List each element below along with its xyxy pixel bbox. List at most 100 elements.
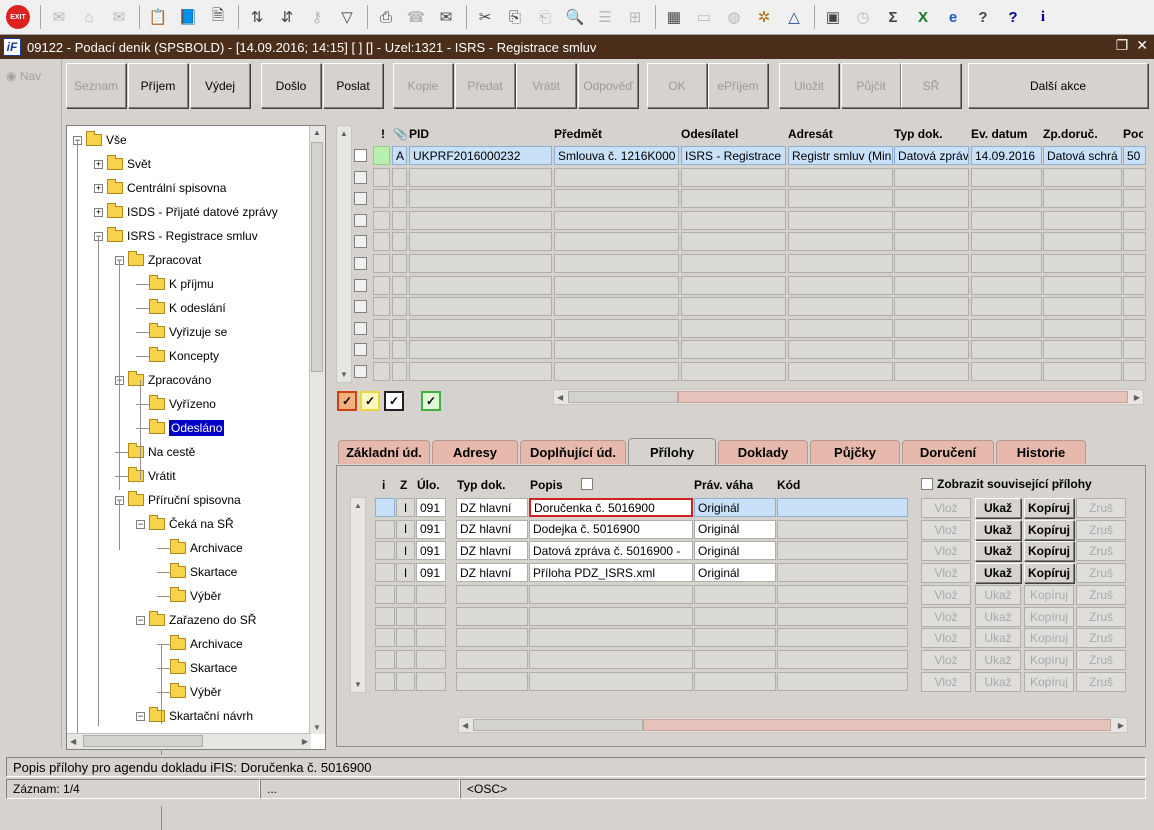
tree-node[interactable]: −Vše [73, 131, 127, 149]
další-akce-button[interactable]: Další akce [968, 63, 1148, 108]
tree-node[interactable]: Koncepty [136, 347, 219, 365]
clipboard-icon[interactable]: 📋 [144, 4, 172, 30]
table-cell[interactable] [373, 167, 390, 187]
attachments-hscroll-track[interactable] [643, 719, 1111, 731]
sort-za-icon[interactable]: ⇵ [273, 4, 301, 30]
table-cell[interactable] [373, 146, 390, 165]
tab-doklady[interactable]: Doklady [718, 440, 808, 464]
table-cell[interactable] [1123, 210, 1146, 230]
attachment-column-header[interactable]: Úlo. [417, 476, 440, 494]
attachment-cell[interactable] [694, 628, 776, 648]
ie-icon[interactable]: e [939, 4, 967, 30]
attachment-cell[interactable] [416, 584, 446, 604]
tree-node[interactable]: Vyřízeno [136, 395, 216, 413]
search-icon[interactable]: 🔍 [561, 4, 589, 30]
copy-button[interactable]: Kopíruj [1024, 649, 1074, 670]
půjčit-button[interactable]: Půjčit [841, 63, 901, 108]
table-cell[interactable] [392, 340, 407, 360]
tab-základní-úd[interactable]: Základní úd. [338, 440, 430, 464]
show-related-toggle[interactable]: Zobrazit související přílohy [921, 477, 1092, 491]
table-cell[interactable] [373, 210, 390, 230]
clock-icon[interactable]: ◷ [849, 4, 877, 30]
table-cell[interactable] [392, 167, 407, 187]
table-cell[interactable] [681, 232, 786, 252]
table-cell[interactable] [409, 189, 552, 209]
attachments-horizontal-scrollbar[interactable]: ◀ ▶ [458, 717, 1128, 733]
attachment-cell[interactable] [375, 671, 395, 691]
table-cell[interactable] [373, 254, 390, 273]
key-icon[interactable]: ⚷ [303, 4, 331, 30]
tree-node[interactable]: −Zpracovat [115, 251, 201, 269]
tree-node[interactable]: Na cestě [115, 443, 195, 461]
table-cell[interactable] [373, 340, 390, 360]
attachment-cell[interactable] [416, 671, 446, 691]
attachment-cell[interactable] [396, 649, 415, 669]
attachment-cell[interactable]: DZ hlavní [456, 541, 528, 561]
attachment-cell[interactable] [777, 498, 908, 517]
table-row[interactable] [336, 318, 1146, 339]
tree-node[interactable]: Vrátit [115, 467, 176, 485]
column-header[interactable]: ! [381, 125, 391, 143]
attachment-cell[interactable] [456, 649, 528, 669]
copy-icon[interactable]: ⎘ [501, 4, 529, 30]
insert-button[interactable]: Vlož [921, 519, 971, 540]
table-cell[interactable] [1043, 340, 1122, 360]
vrátit-button[interactable]: Vrátit [516, 63, 576, 108]
table-row[interactable] [336, 232, 1146, 252]
table-cell[interactable] [1043, 167, 1122, 187]
table-cell[interactable] [1123, 167, 1146, 187]
table-cell[interactable] [409, 318, 552, 338]
table-row[interactable] [336, 275, 1146, 296]
tree-node[interactable]: Vyřizuje se [136, 323, 227, 341]
table-cell[interactable] [1043, 189, 1122, 209]
row-checkbox[interactable] [354, 235, 367, 249]
table-cell[interactable] [409, 232, 552, 252]
tree-node[interactable]: + Svět [94, 155, 151, 173]
column-header[interactable]: PID [409, 125, 549, 143]
calc-icon[interactable]: ▦ [660, 4, 688, 30]
attachment-cell[interactable] [529, 584, 693, 604]
cancel-button[interactable]: Zruš [1076, 628, 1126, 649]
attachment-cell[interactable] [694, 584, 776, 604]
close-icon[interactable]: ✕ [1136, 37, 1148, 54]
row-checkbox[interactable] [354, 278, 367, 292]
attachment-column-header[interactable]: i [382, 476, 385, 494]
insert-button[interactable]: Vlož [921, 628, 971, 649]
odpověď-button[interactable]: Odpověď [578, 63, 638, 108]
table-cell[interactable] [554, 297, 679, 317]
table-cell[interactable] [894, 318, 969, 338]
column-header[interactable]: Poc [1123, 125, 1143, 143]
attachment-cell[interactable] [529, 649, 693, 669]
excel-icon[interactable]: X [909, 4, 937, 30]
tree-node[interactable]: + ISDS - Přijaté datové zprávy [94, 203, 278, 221]
attachments-hscroll-thumb[interactable] [473, 719, 643, 731]
attachment-cell[interactable] [777, 563, 908, 583]
scroll-right-icon[interactable]: ▶ [1134, 393, 1140, 402]
attachment-cell[interactable] [375, 563, 395, 583]
tab-doručení[interactable]: Doručení [902, 440, 994, 464]
attachment-cell[interactable]: Dodejka č. 5016900 [529, 519, 693, 539]
copy-button[interactable]: Kopíruj [1024, 519, 1074, 540]
attachment-row[interactable]: I 091 DZ hlavní Doručenka č. 5016900 Originá… [0, 498, 1154, 518]
column-header[interactable]: Adresát [788, 125, 892, 143]
attachment-cell[interactable]: I [396, 563, 415, 583]
attachment-cell[interactable] [529, 628, 693, 648]
attachment-cell[interactable]: DZ hlavní [456, 519, 528, 539]
attachment-cell[interactable]: 091 [416, 519, 446, 539]
attachment-cell[interactable]: Originál [694, 541, 776, 561]
attachment-cell[interactable] [694, 671, 776, 691]
table-cell[interactable] [681, 362, 786, 381]
scroll-left-icon[interactable]: ◀ [462, 721, 468, 730]
table-cell[interactable] [788, 297, 893, 317]
help-box-icon[interactable]: ? [999, 4, 1027, 30]
table-cell[interactable] [681, 189, 786, 209]
attachment-cell[interactable] [375, 498, 395, 517]
attachment-cell[interactable]: Originál [694, 498, 776, 517]
attachment-cell[interactable]: Originál [694, 563, 776, 583]
page-icon[interactable]: ▭ [690, 4, 718, 30]
epříjem-button[interactable]: ePříjem [708, 63, 768, 108]
tree-scroll-thumb[interactable] [311, 142, 323, 372]
table-cell[interactable] [1043, 362, 1122, 381]
book-icon[interactable]: 📘 [174, 4, 202, 30]
show-button[interactable]: Ukaž [975, 628, 1021, 649]
